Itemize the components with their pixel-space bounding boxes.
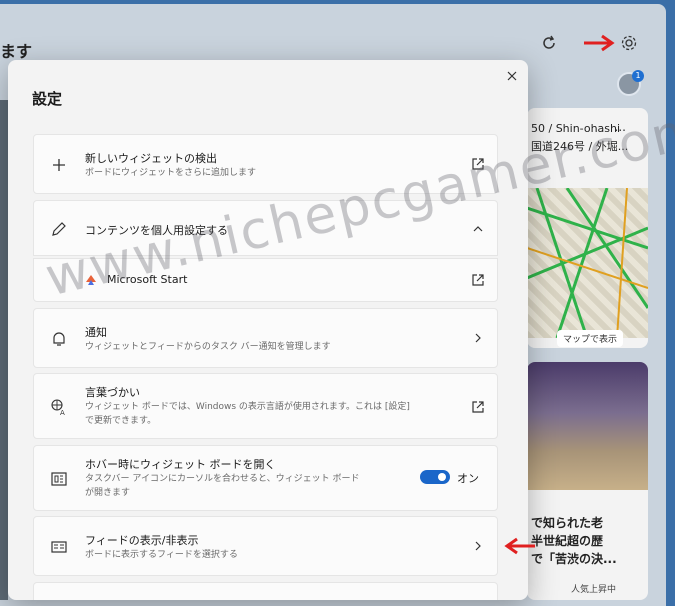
language-icon: A (51, 399, 65, 416)
next-row-partial[interactable] (33, 582, 498, 600)
plus-icon (53, 159, 65, 171)
left-background-strip (0, 100, 8, 600)
trending-label: 人気上昇中 (571, 585, 617, 595)
chevron-right-icon[interactable] (471, 331, 485, 345)
row-desc: ボードにウィジェットをさらに追加します (85, 168, 257, 178)
row-title: コンテンツを個人用設定する (85, 224, 228, 237)
personalize-content-row[interactable]: コンテンツを個人用設定する (33, 200, 498, 256)
row-desc: タスクバー アイコンにカーソルを合わせると、ウィジェット ボードが開きます (85, 474, 360, 498)
news-headline: で知られた老 半世紀超の歴 で「苦渋の決... (531, 516, 617, 566)
external-link-icon[interactable] (471, 157, 485, 171)
row-title: 通知 (85, 326, 107, 339)
row-title: 新しいウィジェットの検出 (85, 152, 217, 165)
microsoft-start-icon (86, 275, 96, 285)
map-roads (527, 188, 648, 338)
chevron-up-icon[interactable] (471, 222, 485, 236)
toggle-knob (438, 473, 446, 481)
settings-dialog: 設定 新しいウィジェットの検出 ボードにウィジェットをさらに追加します コンテン… (8, 60, 528, 600)
red-arrow-icon (504, 537, 535, 555)
hover-open-row[interactable]: ホバー時にウィジェット ボードを開く タスクバー アイコンにカーソルを合わせると… (33, 445, 498, 511)
external-link-icon[interactable] (471, 400, 485, 414)
row-title: ホバー時にウィジェット ボードを開く (85, 458, 276, 471)
traffic-card[interactable]: ... 50 / Shin-ohashi 国道246号 / 外堀... マップで… (527, 108, 648, 348)
dialog-title: 設定 (32, 90, 63, 108)
widget-board-icon (51, 472, 67, 486)
toggle-label: オン (457, 472, 479, 485)
svg-text:A: A (60, 409, 65, 416)
bowling-image (527, 362, 648, 490)
language-row[interactable]: A 言葉づかい ウィジェット ボードでは、Windows の表示言語が使用されま… (33, 373, 498, 439)
row-title: フィードの表示/非表示 (85, 534, 199, 547)
external-link-icon[interactable] (471, 273, 485, 287)
bell-icon (53, 332, 65, 346)
row-desc: ウィジェット ボードでは、Windows の表示言語が使用されます。これは [設… (85, 402, 410, 426)
chevron-right-icon[interactable] (471, 539, 485, 553)
row-desc: ウィジェットとフィードからのタスク バー通知を管理します (85, 342, 331, 352)
row-desc: ボードに表示するフィードを選択する (85, 550, 238, 560)
gear-icon[interactable] (620, 34, 638, 52)
notification-badge: 1 (632, 70, 644, 82)
pencil-icon (52, 222, 66, 236)
discover-widgets-row[interactable]: 新しいウィジェットの検出 ボードにウィジェットをさらに追加します (33, 134, 498, 194)
microsoft-start-row[interactable]: Microsoft Start (33, 258, 498, 302)
feed-icon (51, 541, 67, 553)
row-title: 言葉づかい (85, 386, 140, 399)
notifications-row[interactable]: 通知 ウィジェットとフィードからのタスク バー通知を管理します (33, 308, 498, 368)
refresh-icon[interactable] (540, 34, 558, 52)
hover-toggle[interactable] (420, 470, 450, 484)
row-title: Microsoft Start (107, 273, 188, 286)
feed-visibility-row[interactable]: フィードの表示/非表示 ボードに表示するフィードを選択する (33, 516, 498, 576)
red-arrow-icon (584, 34, 615, 52)
close-icon[interactable] (504, 68, 520, 84)
traffic-text: 50 / Shin-ohashi 国道246号 / 外堀... (531, 122, 629, 153)
news-card[interactable]: で知られた老 半世紀超の歴 で「苦渋の決... 人気上昇中 (527, 362, 648, 600)
board-title: ます (0, 42, 33, 61)
show-map-button[interactable]: マップで表示 (557, 330, 624, 347)
